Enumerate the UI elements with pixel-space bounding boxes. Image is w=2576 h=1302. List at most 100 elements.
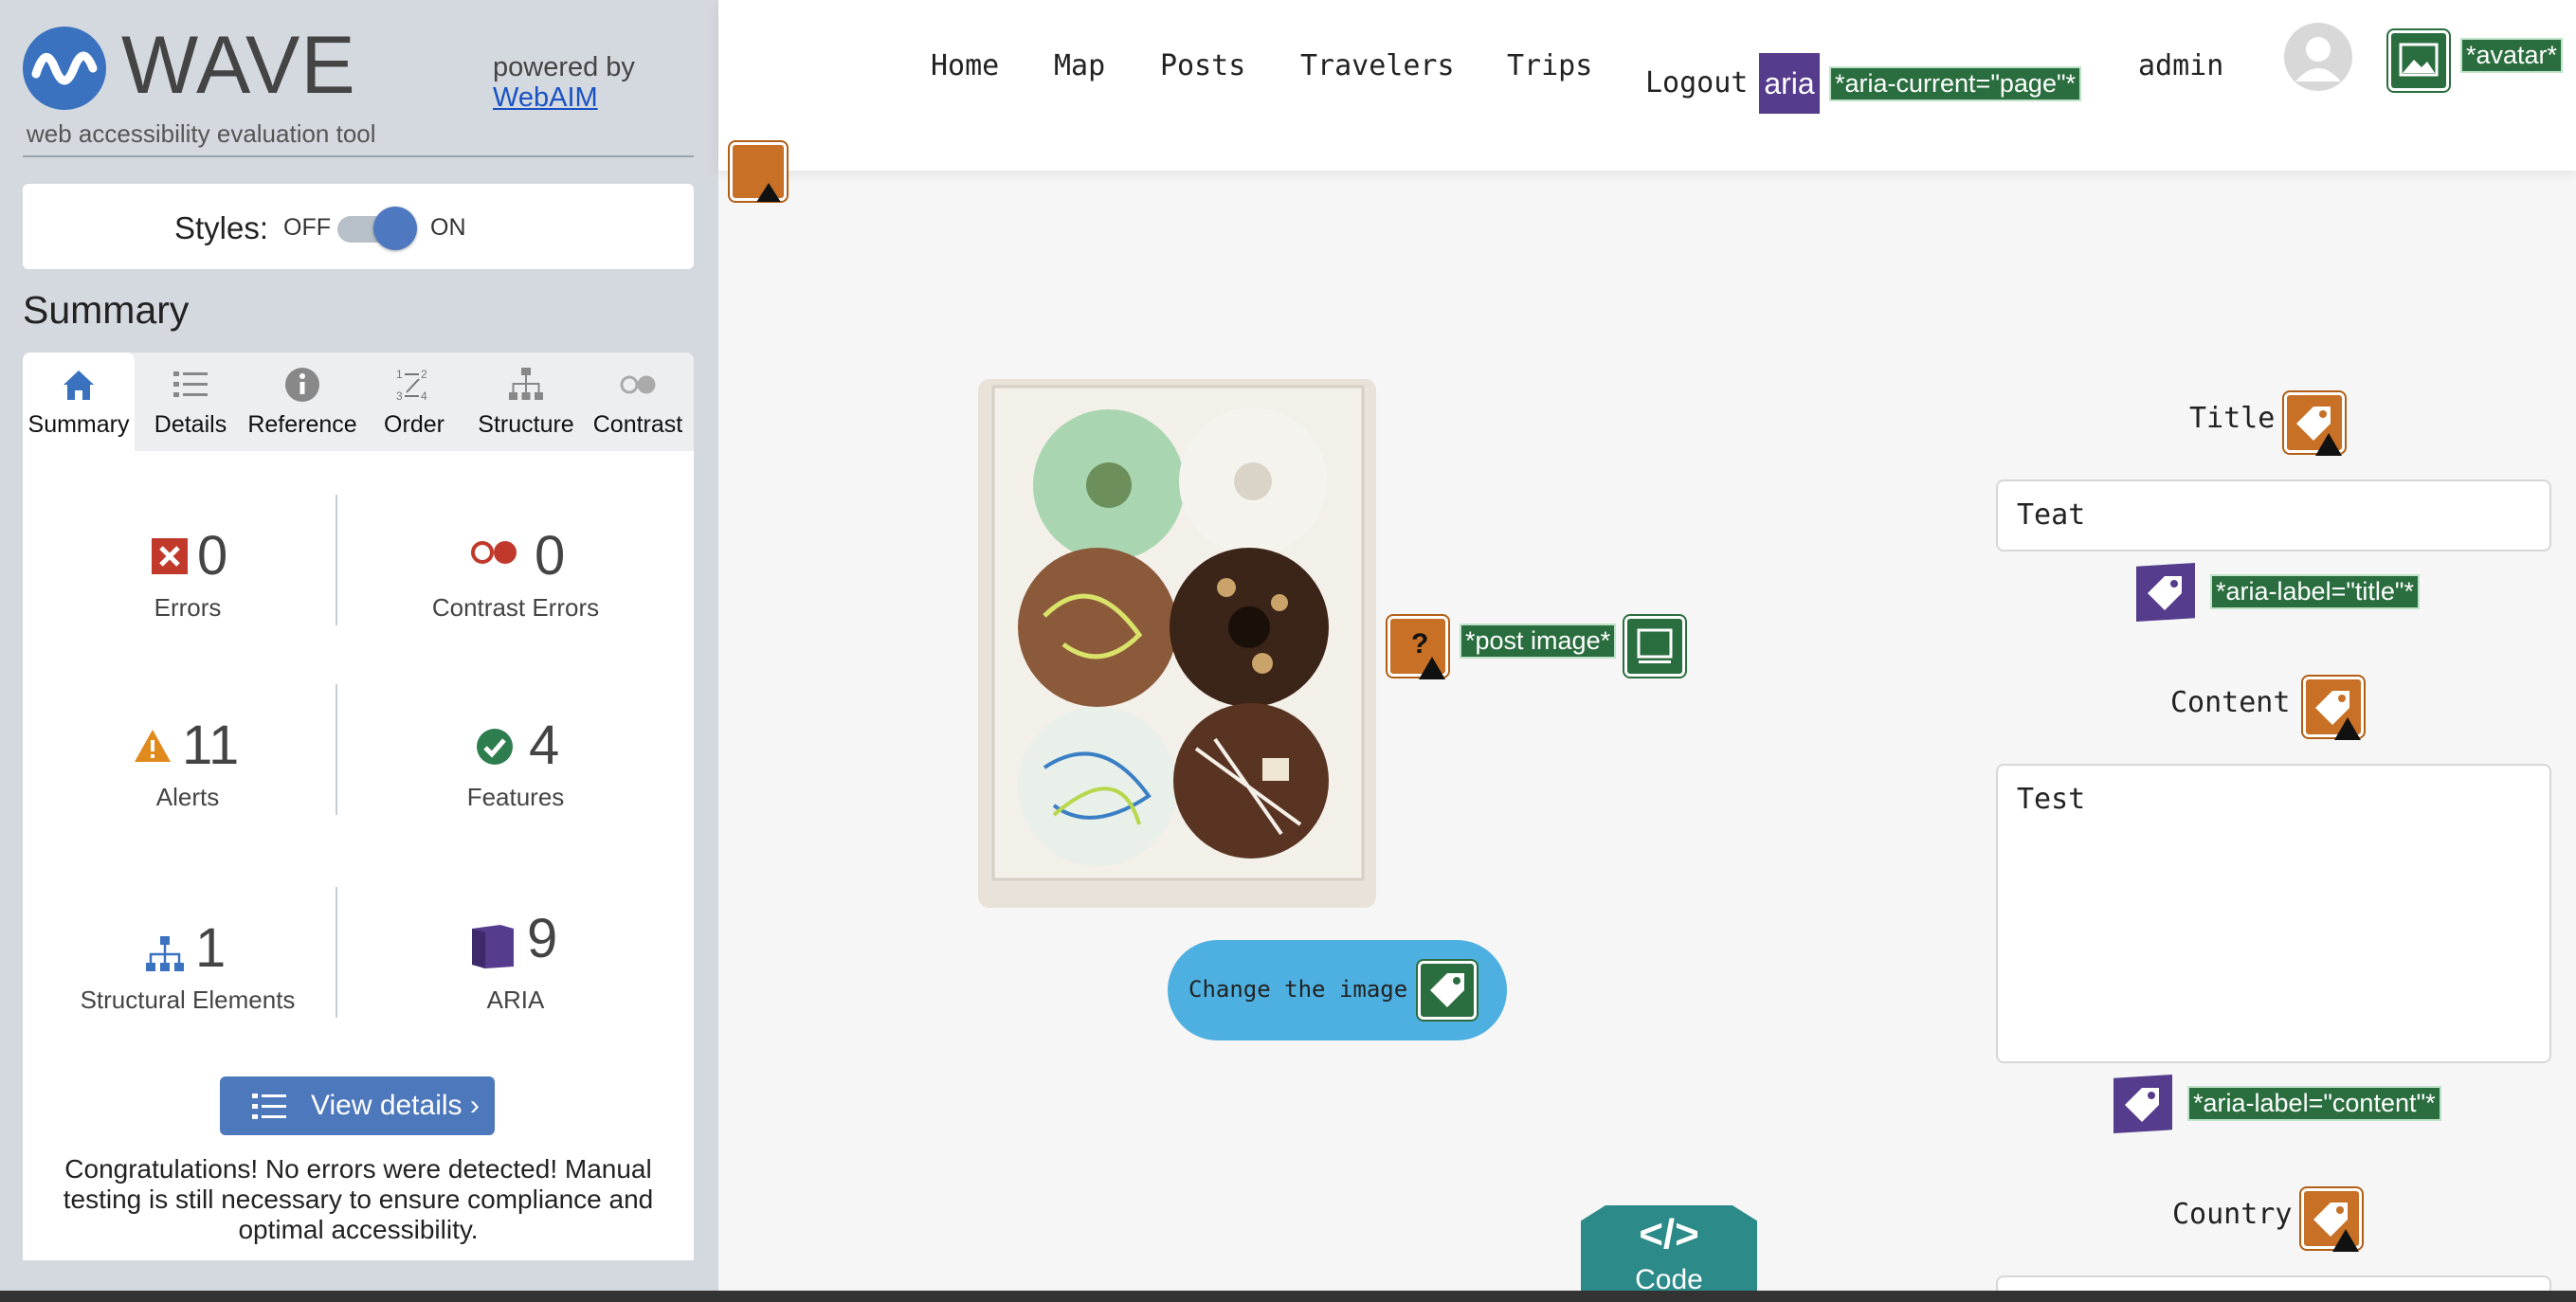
stat-contrast-errors[interactable]: 0 Contrast Errors — [349, 529, 682, 633]
errors-label: Errors — [154, 593, 222, 622]
view-details-button[interactable]: View details › — [220, 1076, 495, 1135]
alerts-count: 11 — [182, 714, 240, 776]
wave-subtitle: web accessibility evaluation tool — [27, 119, 376, 148]
tab-label: Reference — [247, 411, 357, 438]
missing-label-alert-icon[interactable] — [2301, 1188, 2362, 1252]
divider — [336, 684, 337, 815]
aria-count: 9 — [527, 908, 558, 969]
site-navbar: Home Map Posts Travelers Trips Logout ar… — [718, 0, 2576, 171]
tag-icon — [2148, 576, 2182, 610]
post-image-annotation: *post image* — [1460, 624, 1617, 659]
nav-home[interactable]: Home — [931, 49, 999, 82]
label-feature-icon[interactable] — [1418, 961, 1477, 1020]
features-label: Features — [466, 783, 565, 811]
user-icon — [2295, 37, 2341, 81]
donuts-photo — [978, 379, 1376, 908]
tab-label: Structure — [478, 411, 574, 438]
tab-summary[interactable]: Summary — [23, 353, 135, 451]
title-input[interactable]: Teat — [1996, 479, 2551, 552]
svg-text:4: 4 — [421, 389, 427, 403]
suspicious-alt-icon[interactable]: ? — [1388, 616, 1448, 679]
alert-icon — [135, 730, 171, 762]
aria-label-content-annotation: *aria-label="content"* — [2187, 1086, 2441, 1121]
content-textarea[interactable]: Test — [1996, 764, 2551, 1063]
alert-image-icon[interactable] — [730, 142, 787, 204]
stat-structural-elements[interactable]: 1 Structural Elements — [45, 921, 330, 1025]
title-label: Title — [2189, 402, 2276, 435]
aria-icon — [472, 925, 514, 968]
code-icon: </> — [1639, 1211, 1699, 1257]
structural-count: 1 — [195, 917, 227, 979]
tab-reference[interactable]: Reference — [246, 353, 358, 451]
error-icon — [152, 538, 188, 574]
webaim-link[interactable]: WebAIM — [493, 82, 635, 114]
wave-sidebar: WAVE web accessibility evaluation tool p… — [0, 0, 718, 1302]
svg-text:1: 1 — [396, 368, 403, 381]
divider — [23, 155, 694, 157]
list-icon — [252, 1094, 286, 1119]
styles-off-label: OFF — [283, 214, 331, 241]
alert-icon — [755, 183, 782, 204]
avatar-annotation: *avatar* — [2460, 38, 2564, 73]
tab-details[interactable]: Details — [135, 353, 246, 451]
aria-icon[interactable]: aria — [1759, 53, 1820, 114]
evaluated-page: Home Map Posts Travelers Trips Logout ar… — [718, 0, 2576, 1302]
styles-label: Styles: — [174, 210, 269, 245]
image-feature-icon[interactable] — [2388, 30, 2449, 91]
user-avatar[interactable] — [2284, 23, 2352, 91]
aria-label-title-annotation: *aria-label="title"* — [2210, 574, 2421, 609]
structure-icon — [146, 936, 184, 971]
nav-logout[interactable]: Logout — [1645, 66, 1748, 99]
missing-label-alert-icon[interactable] — [2303, 677, 2364, 740]
summary-panel: 0 Errors 0 Contrast Errors 11 Alerts 4 F… — [23, 451, 694, 1260]
wave-logo-text: WAVE — [121, 20, 356, 111]
aria-label-icon[interactable] — [2136, 563, 2195, 622]
styles-toggle-knob[interactable] — [373, 207, 417, 250]
post-image — [978, 379, 1376, 908]
tag-icon — [1430, 973, 1464, 1007]
wave-logo-icon — [23, 27, 106, 110]
tag-alert-icon — [2313, 1203, 2359, 1252]
alerts-label: Alerts — [155, 783, 220, 811]
nav-trips[interactable]: Trips — [1507, 49, 1592, 82]
tab-order[interactable]: 1 2 3 4 Order — [358, 353, 470, 451]
figure-feature-icon[interactable] — [1624, 616, 1685, 677]
powered-by-text: powered by — [493, 52, 635, 82]
stat-errors[interactable]: 0 Errors — [45, 529, 330, 633]
stat-aria[interactable]: 9 ARIA — [349, 912, 682, 1025]
image-icon — [1637, 628, 1673, 663]
question-icon: ? — [1411, 628, 1445, 679]
tab-contrast[interactable]: Contrast — [582, 353, 694, 451]
structure-icon — [509, 368, 543, 400]
order-icon: 1 2 3 4 — [396, 368, 427, 403]
nav-map[interactable]: Map — [1054, 49, 1105, 82]
contrast-error-icon — [471, 541, 517, 564]
svg-text:2: 2 — [421, 368, 427, 381]
errors-count: 0 — [197, 525, 228, 587]
change-image-label: Change the image — [1188, 976, 1408, 1003]
nav-posts[interactable]: Posts — [1160, 49, 1245, 82]
stat-features[interactable]: 4 Features — [349, 718, 682, 823]
styles-on-label: ON — [430, 214, 466, 241]
missing-label-alert-icon[interactable] — [2284, 392, 2345, 456]
code-panel-toggle[interactable]: </> Code — [1581, 1205, 1757, 1302]
change-image-button[interactable]: Change the image — [1168, 940, 1507, 1040]
nav-travelers[interactable]: Travelers — [1300, 49, 1455, 82]
wave-tabs: Summary Details Reference 1 2 3 4 Order Str… — [23, 353, 694, 451]
info-icon — [285, 368, 319, 402]
contrast-icon — [620, 375, 656, 394]
contrast-errors-label: Contrast Errors — [431, 593, 600, 622]
tab-structure[interactable]: Structure — [470, 353, 582, 451]
aria-label: ARIA — [486, 986, 545, 1014]
aria-current-annotation: *aria-current="page"* — [1829, 66, 2082, 101]
features-count: 4 — [529, 714, 560, 776]
tag-alert-icon — [2315, 691, 2361, 740]
powered-by: powered by WebAIM — [493, 52, 635, 114]
nav-admin[interactable]: admin — [2138, 49, 2223, 82]
summary-heading: Summary — [23, 288, 190, 332]
stat-alerts[interactable]: 11 Alerts — [45, 718, 330, 823]
divider — [336, 495, 337, 625]
image-icon — [2399, 43, 2439, 77]
aria-label-icon[interactable] — [2113, 1075, 2172, 1133]
contrast-errors-count: 0 — [535, 525, 566, 587]
